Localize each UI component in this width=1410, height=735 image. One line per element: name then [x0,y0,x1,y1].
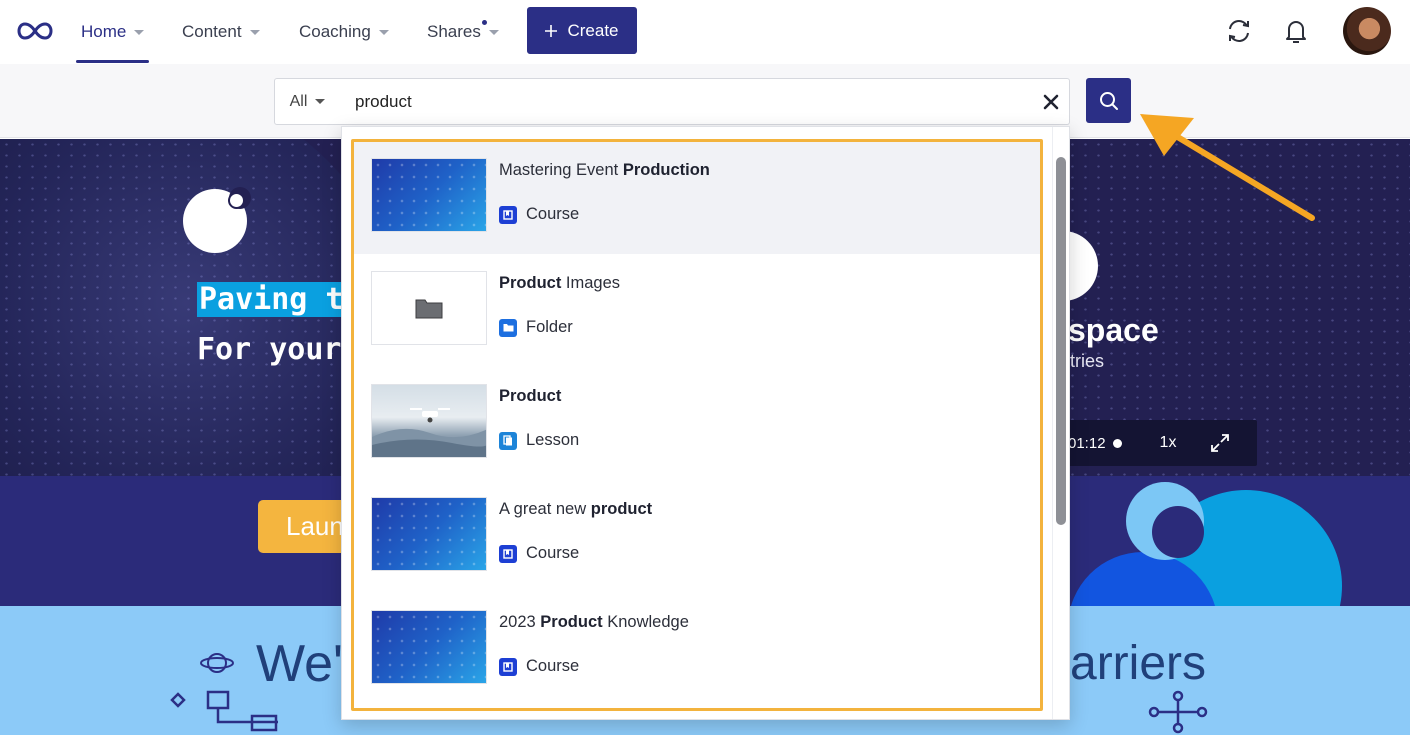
user-avatar[interactable] [1343,7,1391,55]
callout-arrow-icon [1140,114,1315,221]
search-scope-label: All [289,92,308,110]
search-scope-dropdown[interactable]: All [274,78,341,125]
result-title-text: Images [561,274,621,292]
result-title-text: Mastering Event [499,161,623,179]
folder-icon [415,299,443,319]
search-result-item[interactable]: A great new product Course [352,480,1042,593]
video-time: 01:12 [1068,434,1106,452]
fullscreen-icon[interactable] [1210,433,1230,453]
nav-content-label: Content [182,22,242,41]
brand-tagline: tries [1070,351,1105,371]
search-result-item[interactable]: Product Lesson [352,367,1042,480]
video-progress-handle[interactable] [1112,438,1122,448]
brand-name: space [1068,312,1159,348]
nav-shares-label: Shares [427,22,481,41]
result-title-match: Production [622,161,710,179]
create-button-label: Create [567,20,619,40]
result-title-match: Product [499,274,562,292]
drone-image [372,408,486,457]
result-title-text: 2023 [499,613,541,631]
course-icon [499,657,517,676]
result-title-text: Knowledge [602,613,689,631]
infinity-logo-icon[interactable] [14,17,56,45]
planet-icon [200,653,234,673]
folder-icon [499,318,517,337]
nav-coaching[interactable]: Coaching [299,0,389,64]
result-thumbnail [371,158,487,232]
search-result-item[interactable]: 2023 Product Knowledge Course [352,593,1042,706]
result-title: Mastering Event Production [499,161,710,180]
top-navigation: Home Content Coaching Shares Create [0,0,1410,64]
nav-coaching-label: Coaching [299,22,371,41]
network-icon [1148,690,1208,734]
plus-icon [545,24,558,37]
result-title: 2023 Product Knowledge [499,613,689,632]
close-icon[interactable] [1041,92,1061,112]
nav-home[interactable]: Home [75,0,150,64]
result-type-label: Course [526,544,580,562]
result-type-label: Folder [526,318,573,336]
lesson-icon [499,431,517,450]
result-title-match: product [590,500,653,518]
search-result-item[interactable]: Mastering Event Production Course [352,141,1042,254]
result-title: Product Images [499,274,620,293]
result-thumbnail [371,271,487,345]
result-title: Product [499,387,561,406]
result-title-match: Product [540,613,603,631]
create-button[interactable]: Create [527,7,637,54]
playback-speed-button[interactable]: 1x [1160,434,1177,452]
result-type-label: Lesson [526,431,580,449]
result-thumbnail [371,497,487,571]
result-type: Folder [499,318,573,337]
course-icon [499,544,517,563]
chevron-down-icon [488,29,499,35]
hero-headline: Paving t [197,282,346,317]
caret-down-icon [315,99,326,104]
result-type: Course [499,205,579,224]
search-input[interactable] [340,78,1070,125]
result-type: Course [499,544,579,563]
result-title-text: A great new [499,500,591,518]
video-controls: 01:12 1x [1060,420,1257,466]
hero-subheadline: For your [197,332,342,367]
result-type-label: Course [526,657,580,675]
nav-home-label: Home [81,22,127,41]
search-result-item[interactable]: Product Images Folder [352,254,1042,367]
robot-icon [170,690,278,732]
result-thumbnail [371,610,487,684]
nav-content[interactable]: Content [182,0,260,64]
section-heading: We' [256,635,343,693]
chevron-down-icon [134,29,145,35]
search-submit-button[interactable] [1086,78,1131,123]
notification-dot [481,20,487,25]
decor-circle [1152,506,1204,558]
sync-icon[interactable] [1224,16,1254,46]
dropdown-scrollbar-thumb[interactable] [1056,157,1066,525]
result-type: Lesson [499,431,579,450]
bell-icon[interactable] [1281,16,1311,46]
result-title: A great new product [499,500,652,519]
nav-shares[interactable]: Shares [427,0,499,64]
chevron-down-icon [378,29,389,35]
result-type-label: Course [526,205,580,223]
course-icon [499,205,517,224]
search-results-dropdown: Mastering Event Production Course Produc… [341,126,1070,720]
chevron-down-icon [249,29,260,35]
result-thumbnail [371,384,487,458]
orb-logo-icon [183,187,251,253]
search-icon [1099,91,1118,110]
result-title-match: Product [499,387,562,405]
section-heading-end: arriers [1070,637,1207,690]
result-type: Course [499,657,579,676]
